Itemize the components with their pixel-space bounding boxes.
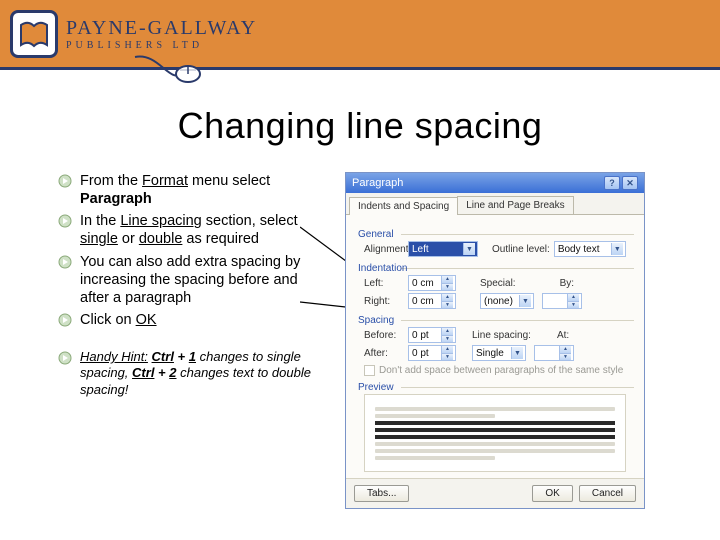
text: From the — [80, 173, 142, 189]
after-label: After: — [364, 348, 404, 359]
by-field[interactable]: ▲▼ — [542, 293, 582, 309]
before-field[interactable]: 0 pt ▲▼ — [408, 327, 456, 343]
text: OK — [136, 312, 157, 328]
bullet-arrow-icon — [58, 313, 72, 332]
dialog-titlebar: Paragraph ? ✕ — [346, 173, 644, 193]
text: menu select — [188, 173, 270, 189]
tab-line-page-breaks[interactable]: Line and Page Breaks — [457, 196, 573, 214]
text: double — [139, 231, 183, 247]
text: section, select — [202, 213, 298, 229]
brand-text: PAYNE-GALLWAY PUBLISHERS LTD — [66, 17, 257, 51]
chevron-down-icon: ▼ — [463, 243, 475, 255]
instruction-list: From the Format menu select Paragraph In… — [20, 172, 330, 509]
indent-right-label: Right: — [364, 296, 404, 307]
text: In the — [80, 213, 120, 229]
spinner-icon: ▲▼ — [441, 276, 453, 290]
preview-box — [364, 394, 626, 472]
indent-left-label: Left: — [364, 278, 404, 289]
bullet-arrow-icon — [58, 174, 72, 193]
indent-right-field[interactable]: 0 cm ▲▼ — [408, 293, 456, 309]
book-logo-icon — [10, 10, 58, 58]
line-spacing-label: Line spacing: — [472, 330, 531, 341]
cancel-button[interactable]: Cancel — [579, 485, 636, 502]
brand-header: PAYNE-GALLWAY PUBLISHERS LTD — [0, 0, 720, 70]
by-label: By: — [560, 278, 574, 289]
tab-indents-spacing[interactable]: Indents and Spacing — [349, 197, 458, 215]
alignment-select[interactable]: Left▼ — [408, 241, 478, 257]
list-item: From the Format menu select Paragraph — [80, 172, 330, 208]
indent-left-field[interactable]: 0 cm ▲▼ — [408, 275, 456, 291]
text: Click on — [80, 312, 136, 328]
same-style-checkbox[interactable]: Don't add space between paragraphs of th… — [364, 365, 634, 376]
checkbox-icon — [364, 365, 375, 376]
line-spacing-select[interactable]: Single▼ — [472, 345, 526, 361]
close-button[interactable]: ✕ — [622, 176, 638, 190]
after-field[interactable]: 0 pt ▲▼ — [408, 345, 456, 361]
bullet-arrow-icon — [58, 255, 72, 274]
page-title: Changing line spacing — [0, 105, 720, 147]
spinner-icon: ▲▼ — [441, 346, 453, 360]
chevron-down-icon: ▼ — [611, 243, 623, 255]
content-row: From the Format menu select Paragraph In… — [0, 172, 720, 509]
dialog-footer: Tabs... OK Cancel — [346, 478, 644, 508]
at-label: At: — [557, 330, 569, 341]
text: + — [154, 365, 169, 380]
brand-name: PAYNE-GALLWAY — [66, 17, 257, 40]
dialog-title: Paragraph — [352, 177, 403, 189]
spinner-icon: ▲▼ — [441, 328, 453, 342]
ok-button[interactable]: OK — [532, 485, 572, 502]
text: Ctrl — [152, 349, 174, 364]
bullet-arrow-icon — [58, 351, 72, 369]
text: as required — [182, 231, 259, 247]
brand-subtitle: PUBLISHERS LTD — [66, 40, 257, 51]
list-item: In the Line spacing section, select sing… — [80, 212, 330, 248]
before-label: Before: — [364, 330, 404, 341]
text: 2 — [169, 365, 176, 380]
chevron-down-icon: ▼ — [511, 347, 523, 359]
text: single — [80, 231, 118, 247]
spinner-icon: ▲▼ — [567, 294, 579, 308]
outline-select[interactable]: Body text▼ — [554, 241, 626, 257]
text: Format — [142, 173, 188, 189]
list-item: Click on OK — [80, 311, 330, 329]
text: Handy Hint: — [80, 349, 148, 364]
text: Paragraph — [80, 191, 152, 207]
special-select[interactable]: (none)▼ — [480, 293, 534, 309]
tabs-button[interactable]: Tabs... — [354, 485, 409, 502]
text: Ctrl — [132, 365, 154, 380]
text: You can also add extra spacing by increa… — [80, 254, 300, 306]
paragraph-dialog: Paragraph ? ✕ Indents and Spacing Line a… — [345, 172, 645, 509]
chevron-down-icon: ▼ — [519, 295, 531, 307]
mouse-icon — [130, 52, 210, 92]
text: or — [118, 231, 139, 247]
special-label: Special: — [480, 278, 516, 289]
text: 1 — [189, 349, 196, 364]
at-field[interactable]: ▲▼ — [534, 345, 574, 361]
dialog-body: General Alignment: Left▼ Outline level: … — [346, 215, 644, 478]
text: + — [174, 349, 189, 364]
list-item-hint: Handy Hint: Ctrl + 1 changes to single s… — [80, 349, 330, 398]
list-item: You can also add extra spacing by increa… — [80, 253, 330, 307]
bullet-arrow-icon — [58, 214, 72, 233]
outline-label: Outline level: — [492, 244, 550, 255]
help-button[interactable]: ? — [604, 176, 620, 190]
dialog-tabs: Indents and Spacing Line and Page Breaks — [346, 193, 644, 215]
spinner-icon: ▲▼ — [441, 294, 453, 308]
text: Line spacing — [120, 213, 201, 229]
spinner-icon: ▲▼ — [559, 346, 571, 360]
alignment-label: Alignment: — [364, 244, 404, 255]
checkbox-label: Don't add space between paragraphs of th… — [379, 365, 623, 376]
